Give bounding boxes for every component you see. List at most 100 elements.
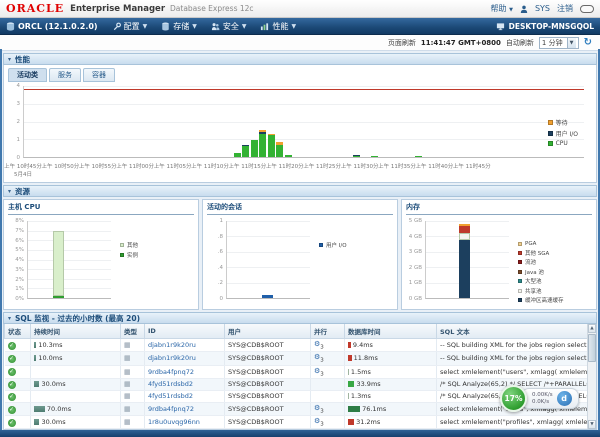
y-tick-label: 0	[17, 155, 21, 161]
status-cell: ✓	[5, 402, 31, 415]
menu-storage[interactable]: 存储▼	[161, 21, 197, 32]
table-scrollbar[interactable]: ▲ ▼	[587, 324, 596, 429]
sql-monitor-table-container: 状态持续时间类型ID用户并行数据库时间SQL 文本 ✓10.3ms▦djabn1…	[3, 324, 597, 430]
sql-id-link[interactable]: djabn1r9k20ru	[148, 341, 196, 349]
auto-refresh-select[interactable]: 1 分钟 ▼	[539, 37, 579, 49]
sql-id-link[interactable]: 4fyd51rdsbd2	[148, 392, 193, 400]
y-tick-label: .4	[218, 265, 223, 271]
parallel-cell: ⚙3	[311, 352, 345, 365]
activity-bar	[371, 86, 378, 157]
tab-containers[interactable]: 容器	[83, 68, 115, 82]
legend-swatch	[518, 289, 522, 293]
shield-icon[interactable]: d	[557, 391, 572, 406]
bar-segment	[251, 140, 258, 157]
storage-icon	[161, 22, 170, 31]
scrollbar-thumb[interactable]	[588, 334, 596, 362]
column-header[interactable]: 用户	[225, 324, 311, 339]
duration-value: 30.0ms	[41, 380, 65, 388]
user-value: SYS@CDB$ROOT	[228, 368, 284, 376]
activity-bar	[285, 86, 292, 157]
section-performance-title: 性能	[15, 54, 30, 65]
cpu-cores-line	[24, 89, 584, 90]
refresh-button[interactable]: ↻	[584, 37, 592, 48]
status-cell: ✓	[5, 416, 31, 429]
parallel-degree: 3	[320, 421, 324, 427]
status-ok-icon: ✓	[8, 406, 16, 414]
help-menu[interactable]: 帮助 ▼	[491, 3, 513, 14]
y-tick-label: .8	[218, 234, 223, 240]
menu-performance[interactable]: 性能▼	[260, 21, 296, 32]
user-value: SYS@CDB$ROOT	[228, 405, 284, 413]
id-cell: djabn1r9k20ru	[145, 339, 225, 352]
x-tick-label: 上午 11时30分	[341, 162, 379, 170]
sql-id-link[interactable]: djabn1r9k20ru	[148, 354, 196, 362]
sql-id-link[interactable]: 9rdba4fpnq72	[148, 368, 194, 376]
sql-id-link[interactable]: 9rdba4fpnq72	[148, 405, 194, 413]
legend-label: 等待	[556, 118, 568, 127]
logout-link[interactable]: 注销	[557, 3, 573, 14]
auto-refresh-label: 自动刷新	[506, 38, 534, 48]
column-header[interactable]: 类型	[121, 324, 145, 339]
parallel-degree: 3	[320, 371, 324, 377]
db-time-value: 33.9ms	[356, 380, 380, 388]
y-tick-label: 6%	[15, 238, 24, 244]
sql-id-link[interactable]: 1r8u0uvqg96nn	[148, 418, 200, 426]
activity-bar	[268, 86, 275, 157]
activity-bar	[251, 86, 258, 157]
user-cell: SYS@CDB$ROOT	[225, 352, 311, 365]
sql-type-icon: ▦	[124, 380, 131, 388]
user-name[interactable]: SYS	[535, 4, 550, 13]
db-time-cell: 11.8ms	[345, 352, 437, 365]
x-tick-label: 上午 10时45分5月4日	[4, 162, 42, 178]
menu-security[interactable]: 安全▼	[211, 21, 247, 32]
y-tick-label: 1 GB	[409, 280, 422, 286]
section-resources-header[interactable]: ▾ 资源	[3, 185, 597, 197]
user-icon	[520, 5, 528, 13]
x-tick-label: 上午 10时50分	[42, 162, 80, 170]
db-time-bar-segment	[348, 355, 352, 361]
duration-value: 30.0ms	[41, 418, 65, 426]
id-cell: 4fyd51rdsbd2	[145, 378, 225, 390]
chevron-down-icon: ▼	[291, 23, 296, 30]
tab-services[interactable]: 服务	[49, 68, 81, 82]
column-header[interactable]: 数据库时间	[345, 324, 437, 339]
legend-swatch	[548, 141, 553, 146]
type-cell: ▦	[121, 378, 145, 390]
id-cell: 4fyd51rdsbd2	[145, 390, 225, 402]
column-header[interactable]: 状态	[5, 324, 31, 339]
collapse-icon: ▾	[8, 188, 11, 195]
legend-swatch	[548, 131, 553, 136]
legend-swatch	[548, 120, 553, 125]
gridline	[24, 122, 584, 123]
usage-ball[interactable]: 17%	[500, 385, 527, 412]
column-header[interactable]: 持续时间	[31, 324, 121, 339]
download-speed: 0.0K/s	[532, 399, 549, 405]
user-value: SYS@CDB$ROOT	[228, 380, 284, 388]
float-widget[interactable]: 17% 0.00K/s 0.0K/s d	[500, 385, 579, 412]
wrench-icon	[112, 22, 121, 31]
scroll-up-arrow[interactable]: ▲	[588, 324, 596, 333]
column-header[interactable]: 并行	[311, 324, 345, 339]
sql-id-link[interactable]: 4fyd51rdsbd2	[148, 380, 193, 388]
section-performance-header[interactable]: ▾ 性能	[3, 53, 597, 65]
scroll-down-arrow[interactable]: ▼	[588, 420, 596, 429]
activity-bar	[259, 86, 266, 157]
y-tick-label: .6	[218, 249, 223, 255]
activity-xticks: 上午 10时45分5月4日上午 10时50分上午 10时55分上午 11时00分…	[23, 160, 584, 176]
duration-bar	[34, 355, 36, 361]
y-tick-label: 2%	[15, 277, 24, 283]
section-sqlmonitor-header[interactable]: ▾ SQL 监视 - 过去的小时数 (最高 20)	[3, 312, 597, 324]
duration-value: 70.0ms	[47, 405, 71, 413]
y-tick-label: 5 GB	[409, 218, 422, 224]
bar-segment	[353, 156, 360, 157]
legend-swatch	[518, 298, 522, 302]
tab-activity-classes[interactable]: 活动类	[8, 68, 47, 82]
menu-configure[interactable]: 配置▼	[112, 21, 148, 32]
column-header[interactable]: SQL 文本	[437, 324, 593, 339]
column-header[interactable]: ID	[145, 324, 225, 339]
x-tick-label: 上午 11时25分	[303, 162, 341, 170]
status-cell: ✓	[5, 365, 31, 378]
legend-swatch	[319, 243, 323, 247]
database-home-menu[interactable]: ORCL (12.1.0.2.0)	[6, 22, 98, 31]
resource-cards: 主机 CPU 8%7%6%5%4%3%2%1%0%其他实例 活动的会话 1.8.…	[3, 199, 597, 310]
